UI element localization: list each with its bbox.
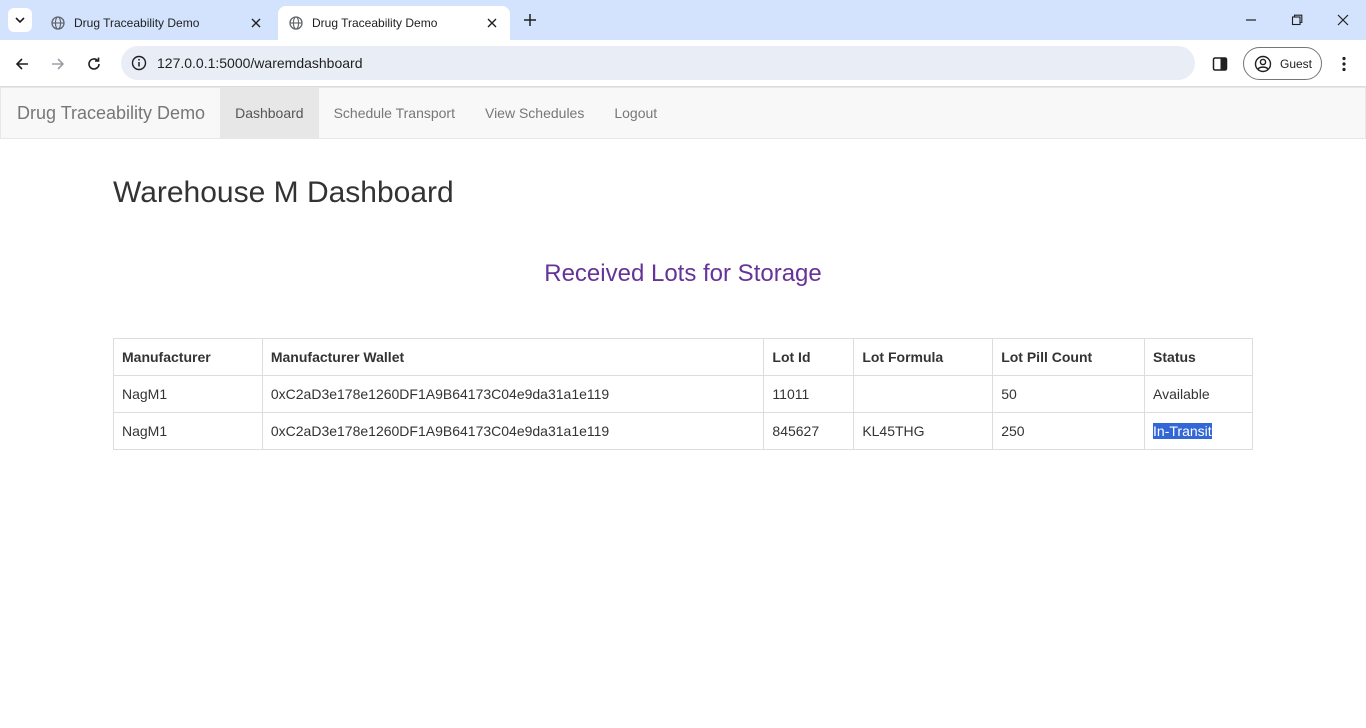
info-icon[interactable]	[131, 55, 147, 71]
nav-link-dashboard[interactable]: Dashboard	[220, 88, 319, 138]
column-header-manufacturer-wallet: Manufacturer Wallet	[261, 338, 765, 376]
profile-button[interactable]: Guest	[1243, 47, 1322, 80]
browser-tab-2[interactable]: Drug Traceability Demo	[278, 6, 510, 40]
received-lots-table: Manufacturer Manufacturer Wallet Lot Id …	[113, 338, 1253, 450]
browser-toolbar: 127.0.0.1:5000/waremdashboard Guest	[0, 40, 1366, 87]
arrow-left-icon	[15, 58, 28, 70]
column-header-lot-id: Lot Id	[763, 338, 855, 376]
column-header-manufacturer: Manufacturer	[113, 338, 263, 376]
table-row: NagM1 0xC2aD3e178e1260DF1A9B64173C04e9da…	[113, 412, 1253, 450]
url-text[interactable]: 127.0.0.1:5000/waremdashboard	[157, 55, 362, 71]
cell-manufacturer-wallet: 0xC2aD3e178e1260DF1A9B64173C04e9da31a1e1…	[261, 375, 765, 413]
globe-icon	[288, 15, 304, 31]
close-icon[interactable]	[248, 15, 264, 31]
side-panel-icon	[1212, 57, 1228, 71]
browser-tab-1[interactable]: Drug Traceability Demo	[40, 6, 274, 40]
tab-search-button[interactable]	[8, 8, 32, 32]
forward-button[interactable]	[44, 50, 72, 78]
selected-status-text[interactable]: In-Transit	[1153, 423, 1212, 439]
table-header-row: Manufacturer Manufacturer Wallet Lot Id …	[113, 338, 1253, 376]
kebab-menu-icon	[1342, 56, 1346, 72]
browser-tabstrip: Drug Traceability Demo Drug Traceability…	[0, 0, 1366, 40]
cell-lot-formula	[853, 375, 994, 413]
account-icon	[1254, 55, 1272, 73]
restore-icon	[1291, 14, 1303, 26]
column-header-status: Status	[1144, 338, 1253, 376]
cell-status: In-Transit	[1144, 412, 1253, 450]
browser-tab-title: Drug Traceability Demo	[312, 16, 438, 30]
cell-lot-id: 845627	[763, 412, 855, 450]
page-title: Warehouse M Dashboard	[113, 176, 454, 209]
nav-link-logout[interactable]: Logout	[599, 88, 672, 138]
table-row: NagM1 0xC2aD3e178e1260DF1A9B64173C04e9da…	[113, 375, 1253, 413]
cell-manufacturer: NagM1	[113, 412, 263, 450]
app-navbar: Drug Traceability Demo Dashboard Schedul…	[0, 87, 1366, 139]
chevron-down-icon	[15, 17, 25, 24]
close-icon	[1337, 14, 1349, 26]
column-header-lot-pill-count: Lot Pill Count	[992, 338, 1146, 376]
cell-lot-formula: KL45THG	[853, 412, 994, 450]
address-bar[interactable]: 127.0.0.1:5000/waremdashboard	[121, 46, 1195, 80]
minimize-button[interactable]	[1228, 0, 1274, 40]
plus-icon	[524, 14, 536, 26]
cell-lot-pill-count: 50	[992, 375, 1146, 413]
close-icon[interactable]	[484, 15, 500, 31]
column-header-lot-formula: Lot Formula	[853, 338, 994, 376]
nav-link-schedule-transport[interactable]: Schedule Transport	[319, 88, 470, 138]
browser-tab-title: Drug Traceability Demo	[74, 16, 200, 30]
globe-icon	[50, 15, 66, 31]
section-title: Received Lots for Storage	[544, 260, 822, 287]
restore-button[interactable]	[1274, 0, 1320, 40]
back-button[interactable]	[8, 50, 36, 78]
cell-lot-pill-count: 250	[992, 412, 1146, 450]
brand-link[interactable]: Drug Traceability Demo	[1, 88, 220, 138]
new-tab-button[interactable]	[518, 8, 542, 32]
minimize-icon	[1246, 19, 1256, 21]
close-window-button[interactable]	[1320, 0, 1366, 40]
arrow-right-icon	[52, 58, 65, 70]
cell-manufacturer: NagM1	[113, 375, 263, 413]
profile-label: Guest	[1280, 56, 1313, 71]
cell-lot-id: 11011	[763, 375, 855, 413]
nav-link-view-schedules[interactable]: View Schedules	[470, 88, 599, 138]
side-panel-button[interactable]	[1208, 52, 1232, 76]
cell-status: Available	[1144, 375, 1253, 413]
reload-button[interactable]	[80, 50, 108, 78]
browser-menu-button[interactable]	[1332, 52, 1356, 76]
reload-icon	[88, 57, 100, 70]
cell-manufacturer-wallet: 0xC2aD3e178e1260DF1A9B64173C04e9da31a1e1…	[261, 412, 765, 450]
